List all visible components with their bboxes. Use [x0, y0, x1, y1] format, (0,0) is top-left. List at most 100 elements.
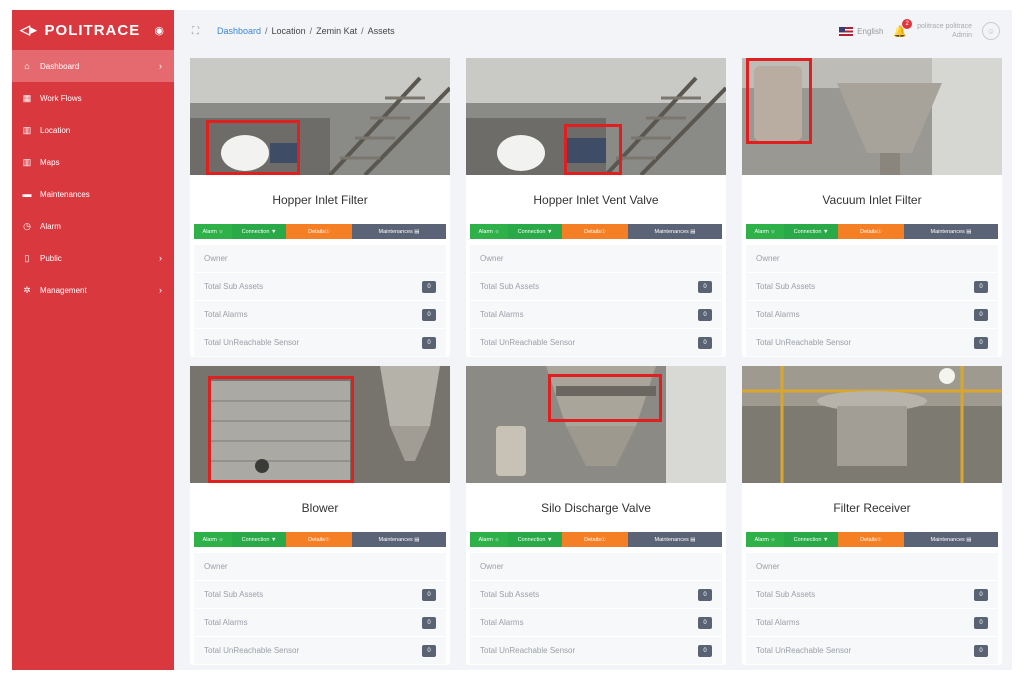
- gear-icon: ✲: [23, 284, 31, 295]
- asset-title[interactable]: Hopper Inlet Vent Valve: [466, 175, 726, 224]
- owner-row: Owner: [470, 553, 722, 581]
- owner-label: Owner: [204, 254, 228, 263]
- sub-assets-label: Total Sub Assets: [204, 282, 264, 291]
- details-button[interactable]: Details☉: [838, 532, 904, 547]
- unreachable-label: Total UnReachable Sensor: [756, 646, 852, 655]
- unreachable-count: 0: [698, 336, 712, 349]
- connection-button[interactable]: Connection ▼: [508, 532, 562, 547]
- sub-assets-count: 0: [974, 588, 988, 601]
- asset-card: Filter Receiver Alarm ☼ Connection ▼ Det…: [742, 366, 1002, 665]
- alarms-row: Total Alarms 0: [746, 301, 998, 329]
- maintenances-button[interactable]: Maintenances ▤: [904, 224, 998, 239]
- breadcrumb-dashboard[interactable]: Dashboard: [217, 26, 261, 36]
- sidebar-item-label: Dashboard: [40, 61, 80, 71]
- connection-button[interactable]: Connection ▼: [232, 532, 286, 547]
- action-buttons: Alarm ☼ Connection ▼ Details☉ Maintenanc…: [470, 224, 722, 239]
- asset-image[interactable]: [742, 366, 1002, 483]
- connection-button[interactable]: Connection ▼: [508, 224, 562, 239]
- sub-assets-row: Total Sub Assets 0: [470, 273, 722, 301]
- asset-image[interactable]: [466, 58, 726, 175]
- unreachable-row: Total UnReachable Sensor 0: [194, 637, 446, 665]
- sidebar-item-dashboard[interactable]: ⌂ Dashboard ›: [12, 50, 174, 82]
- sidebar-item-work-flows[interactable]: ▦ Work Flows: [12, 82, 174, 114]
- sidebar-item-public[interactable]: ▯ Public ›: [12, 242, 174, 274]
- alarm-button[interactable]: Alarm ☼: [470, 224, 508, 239]
- avatar[interactable]: ☺: [982, 22, 1000, 40]
- asset-info: Owner Total Sub Assets 0 Total Alarms 0 To…: [194, 245, 446, 357]
- alarms-row: Total Alarms 0: [194, 301, 446, 329]
- highlight-box: [206, 120, 300, 175]
- connection-button[interactable]: Connection ▼: [784, 224, 838, 239]
- maintenances-button[interactable]: Maintenances ▤: [352, 532, 446, 547]
- fullscreen-icon[interactable]: ⛶: [192, 26, 199, 37]
- home-icon: ⌂: [24, 61, 30, 71]
- unreachable-row: Total UnReachable Sensor 0: [746, 637, 998, 665]
- asset-title[interactable]: Silo Discharge Valve: [466, 483, 726, 532]
- asset-info: Owner Total Sub Assets 0 Total Alarms 0 To…: [470, 245, 722, 357]
- details-button[interactable]: Details☉: [286, 532, 352, 547]
- us-flag-icon: [839, 26, 854, 36]
- sidebar-item-label: Maps: [40, 157, 60, 167]
- sidebar: ◁▸ POLITRACE ◉ ⌂ Dashboard › ▦ Work Flow…: [12, 10, 174, 670]
- asset-info: Owner Total Sub Assets 0 Total Alarms 0 To…: [470, 553, 722, 665]
- asset-title[interactable]: Vacuum Inlet Filter: [742, 175, 1002, 224]
- breadcrumb-location[interactable]: Location: [272, 26, 306, 36]
- asset-image[interactable]: [190, 366, 450, 483]
- owner-label: Owner: [756, 562, 780, 571]
- highlight-box: [548, 374, 662, 422]
- alarms-label: Total Alarms: [480, 310, 524, 319]
- sidebar-item-alarm[interactable]: ◷ Alarm: [12, 210, 174, 242]
- asset-image[interactable]: [742, 58, 1002, 175]
- asset-info: Owner Total Sub Assets 0 Total Alarms 0 To…: [746, 553, 998, 665]
- maintenances-button[interactable]: Maintenances ▤: [628, 224, 722, 239]
- connection-button[interactable]: Connection ▼: [784, 532, 838, 547]
- asset-info: Owner Total Sub Assets 0 Total Alarms 0 To…: [194, 553, 446, 665]
- building-icon: ▥: [22, 124, 32, 135]
- sidebar-item-maps[interactable]: ▥ Maps: [12, 146, 174, 178]
- eye-icon[interactable]: ◉: [154, 24, 164, 37]
- sub-assets-row: Total Sub Assets 0: [194, 581, 446, 609]
- alarm-button[interactable]: Alarm ☼: [746, 224, 784, 239]
- alarms-count: 0: [422, 616, 436, 629]
- alarm-button[interactable]: Alarm ☼: [470, 532, 508, 547]
- unreachable-row: Total UnReachable Sensor 0: [470, 637, 722, 665]
- connection-button[interactable]: Connection ▼: [232, 224, 286, 239]
- sub-assets-row: Total Sub Assets 0: [746, 581, 998, 609]
- alarm-button[interactable]: Alarm ☼: [194, 224, 232, 239]
- asset-title[interactable]: Blower: [190, 483, 450, 532]
- user-role: Admin: [952, 32, 972, 39]
- user-info[interactable]: politrace politrace Admin: [917, 22, 972, 40]
- alarms-row: Total Alarms 0: [470, 609, 722, 637]
- alarms-count: 0: [698, 616, 712, 629]
- sidebar-item-management[interactable]: ✲ Management ›: [12, 274, 174, 306]
- details-button[interactable]: Details☉: [562, 532, 628, 547]
- action-buttons: Alarm ☼ Connection ▼ Details☉ Maintenanc…: [194, 532, 446, 547]
- asset-grid: Hopper Inlet Filter Alarm ☼ Connection ▼…: [190, 58, 1002, 670]
- sidebar-item-maintenances[interactable]: ▬ Maintenances: [12, 178, 174, 210]
- alarms-label: Total Alarms: [756, 618, 800, 627]
- alarms-row: Total Alarms 0: [470, 301, 722, 329]
- bell-icon[interactable]: 🔔 2: [893, 18, 913, 38]
- details-button[interactable]: Details☉: [286, 224, 352, 239]
- sidebar-item-label: Alarm: [40, 221, 61, 231]
- maintenances-button[interactable]: Maintenances ▤: [628, 532, 722, 547]
- file-icon: ▯: [24, 252, 30, 263]
- asset-title[interactable]: Hopper Inlet Filter: [190, 175, 450, 224]
- alarm-button[interactable]: Alarm ☼: [194, 532, 232, 547]
- owner-label: Owner: [480, 562, 504, 571]
- maintenances-button[interactable]: Maintenances ▤: [352, 224, 446, 239]
- asset-image[interactable]: [466, 366, 726, 483]
- asset-image[interactable]: [190, 58, 450, 175]
- details-button[interactable]: Details☉: [838, 224, 904, 239]
- chevron-right-icon: ›: [159, 285, 162, 295]
- language-selector[interactable]: English: [839, 26, 883, 36]
- sidebar-item-location[interactable]: ▥ Location: [12, 114, 174, 146]
- topbar-actions: English 🔔 2 politrace politrace Admin ☺: [839, 18, 1000, 40]
- maintenances-button[interactable]: Maintenances ▤: [904, 532, 998, 547]
- asset-title[interactable]: Filter Receiver: [742, 483, 1002, 532]
- details-button[interactable]: Details☉: [562, 224, 628, 239]
- alarm-button[interactable]: Alarm ☼: [746, 532, 784, 547]
- breadcrumb-zemin-kat[interactable]: Zemin Kat: [316, 26, 357, 36]
- chevron-right-icon: ›: [159, 61, 162, 71]
- sub-assets-count: 0: [422, 280, 436, 293]
